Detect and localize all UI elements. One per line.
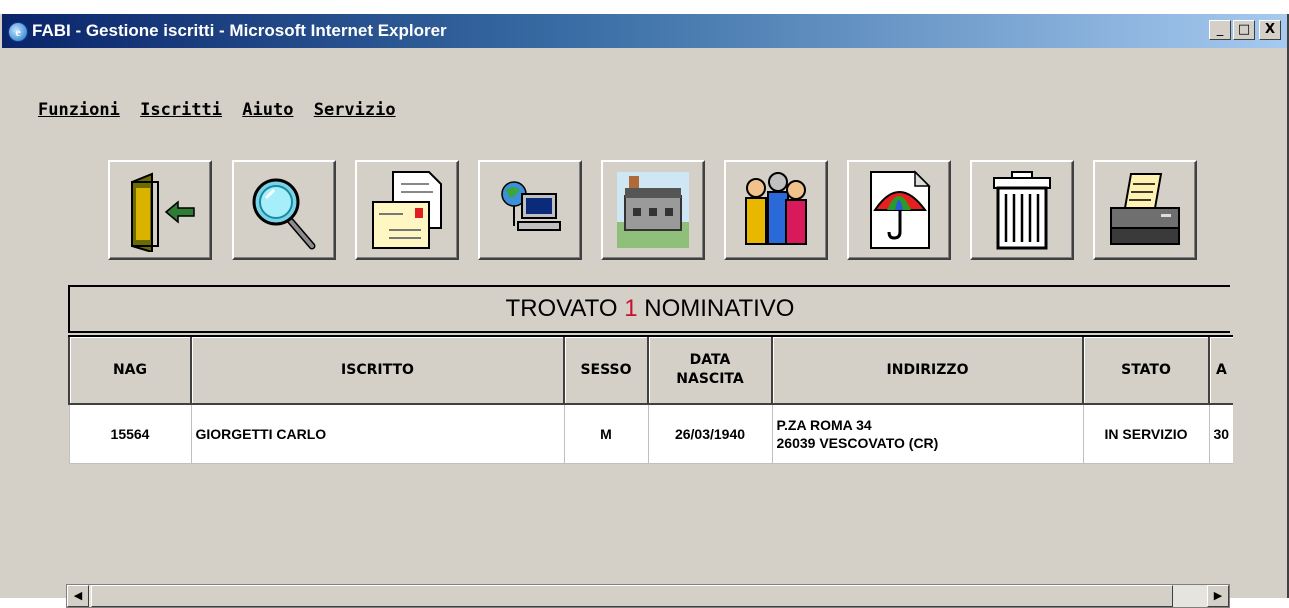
minimize-button[interactable]: _: [1209, 20, 1231, 40]
menu-iscritti[interactable]: Iscritti: [140, 100, 222, 120]
magnifier-search-icon: [252, 178, 316, 250]
close-button[interactable]: X: [1259, 20, 1281, 40]
print-button[interactable]: [1093, 160, 1197, 260]
exit-button[interactable]: [108, 160, 212, 260]
cell-indirizzo: P.ZA ROMA 34 26039 VESCOVATO (CR): [771, 404, 1083, 464]
scrollbar-thumb[interactable]: [91, 585, 1173, 607]
people-button[interactable]: [724, 160, 828, 260]
cell-sesso: M: [563, 404, 648, 464]
title-bar[interactable]: e FABI - Gestione iscritti - Microsoft I…: [2, 14, 1287, 48]
col-header-sesso[interactable]: SESSO: [563, 335, 648, 405]
result-count: 1: [624, 295, 638, 322]
banner-prefix: TROVATO: [505, 295, 625, 322]
browser-window: e FABI - Gestione iscritti - Microsoft I…: [0, 14, 1289, 608]
scroll-right-button[interactable]: ▶: [1207, 585, 1229, 607]
trash-can-icon: [993, 171, 1051, 250]
building-icon: [617, 172, 689, 248]
col-header-data-nascita[interactable]: DATA NASCITA: [647, 335, 772, 405]
col-header-nag[interactable]: NAG: [68, 335, 191, 405]
col-header-extra[interactable]: A: [1207, 335, 1234, 405]
address-line-1: P.ZA ROMA 34: [776, 417, 872, 433]
menu-aiuto[interactable]: Aiuto: [242, 100, 293, 120]
menu-funzioni[interactable]: Funzioni: [38, 100, 120, 120]
cell-stato: IN SERVIZIO: [1082, 404, 1209, 464]
col-header-indirizzo[interactable]: INDIRIZZO: [771, 335, 1083, 405]
network-computer-icon: [501, 181, 561, 231]
building-button[interactable]: [601, 160, 705, 260]
umbrella-document-icon: [870, 170, 931, 249]
delete-button[interactable]: [970, 160, 1074, 260]
col-header-iscritto[interactable]: ISCRITTO: [190, 335, 564, 405]
cell-extra: 30: [1208, 404, 1234, 464]
maximize-button[interactable]: □: [1233, 20, 1255, 40]
window-title: FABI - Gestione iscritti - Microsoft Int…: [32, 21, 447, 40]
document-button[interactable]: [355, 160, 459, 260]
network-button[interactable]: [478, 160, 582, 260]
cell-nag: 15564: [68, 404, 191, 464]
scroll-left-button[interactable]: ◀: [67, 585, 89, 607]
address-line-2: 26039 VESCOVATO (CR): [776, 435, 939, 451]
result-banner: TROVATO 1 NOMINATIVO: [68, 285, 1230, 333]
col-header-stato[interactable]: STATO: [1082, 335, 1209, 405]
umbrella-button[interactable]: [847, 160, 951, 260]
horizontal-scrollbar[interactable]: ◀ ▶: [66, 584, 1230, 608]
cell-iscritto: GIORGETTI CARLO: [190, 404, 564, 464]
table-header-row: NAG ISCRITTO SESSO DATA NASCITA INDIRIZZ…: [68, 335, 1234, 405]
menu-servizio[interactable]: Servizio: [314, 100, 396, 120]
search-button[interactable]: [232, 160, 336, 260]
document-mail-icon: [372, 171, 442, 249]
cell-data-nascita: 26/03/1940: [647, 404, 772, 464]
table-row[interactable]: 15564 GIORGETTI CARLO M 26/03/1940 P.ZA …: [68, 404, 1234, 464]
exit-door-icon: [131, 172, 195, 252]
results-table: NAG ISCRITTO SESSO DATA NASCITA INDIRIZZ…: [68, 335, 1234, 464]
banner-suffix: NOMINATIVO: [637, 295, 795, 322]
printer-icon: [1110, 173, 1180, 245]
internet-explorer-icon: e: [8, 22, 28, 42]
people-group-icon: [745, 172, 807, 245]
menu-bar: Funzioni Iscritti Aiuto Servizio: [38, 100, 406, 120]
